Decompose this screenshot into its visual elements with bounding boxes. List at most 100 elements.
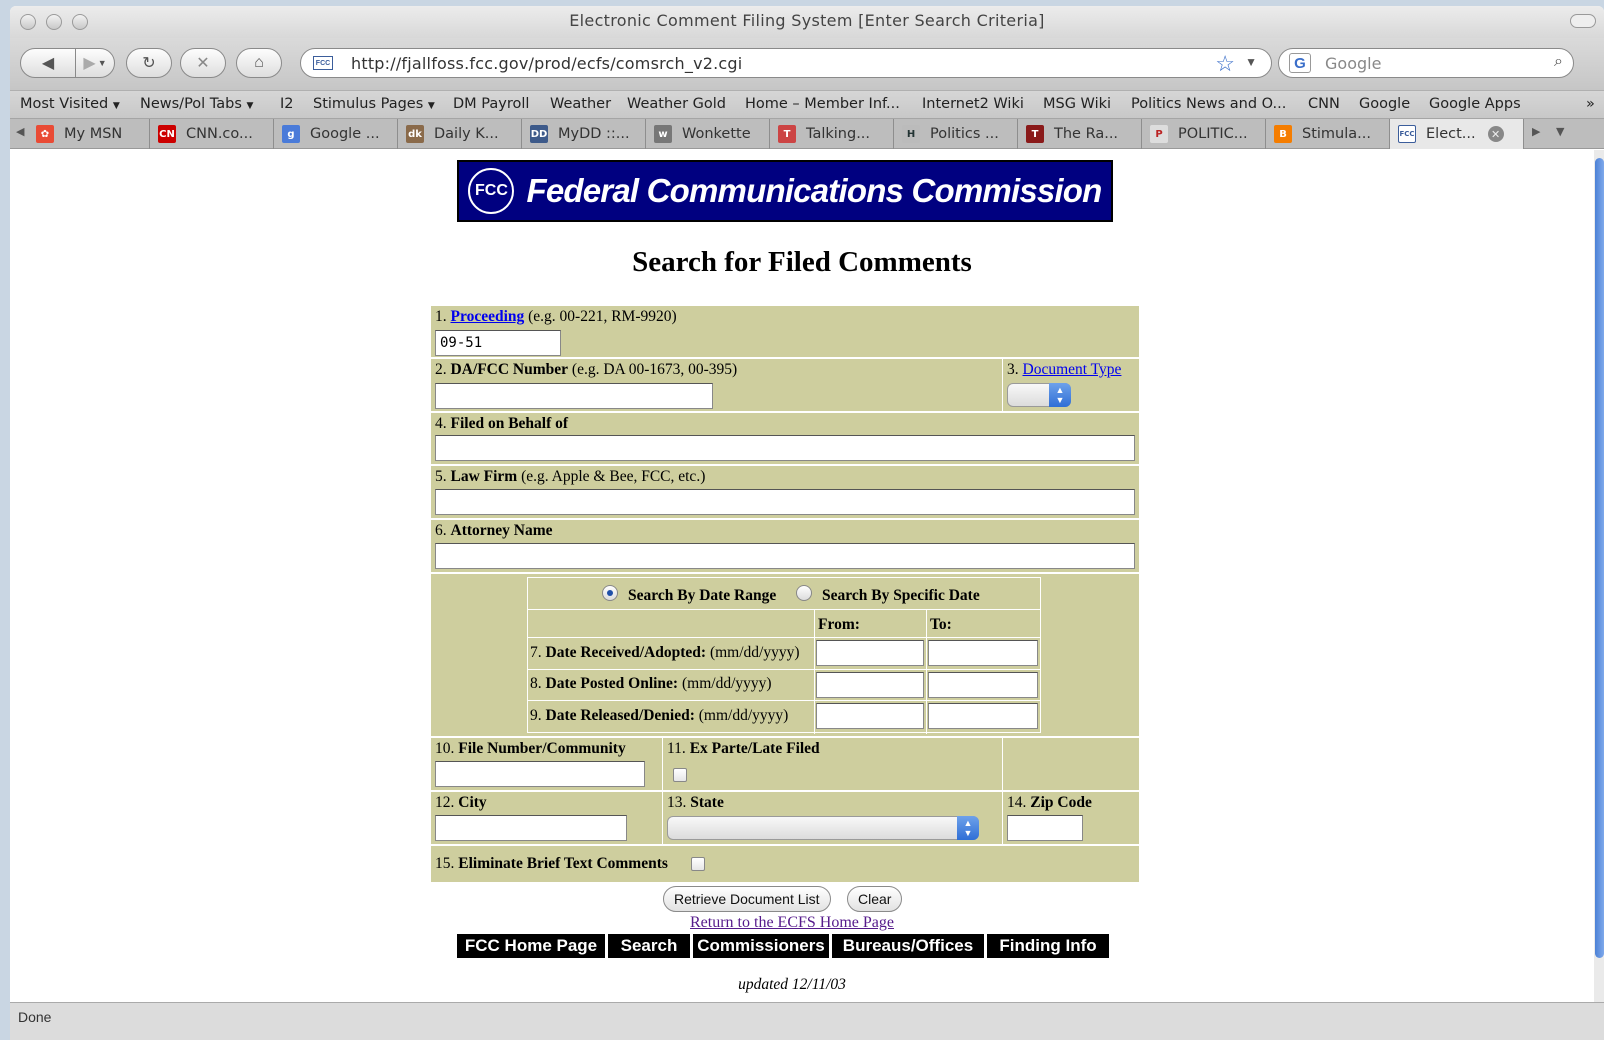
bookmark-item[interactable]: DM Payroll xyxy=(453,96,529,112)
home-button[interactable]: ⌂ xyxy=(236,48,282,78)
bookmark-item[interactable]: Most Visited ▼ xyxy=(20,96,120,112)
tab[interactable]: g Google ... xyxy=(274,119,398,149)
bookmarks-overflow-button[interactable]: » xyxy=(1586,96,1595,112)
filed-on-behalf-input[interactable] xyxy=(435,435,1135,461)
tab[interactable]: B Stimula... xyxy=(1266,119,1390,149)
state-label: State xyxy=(690,794,724,811)
tab-scroll-right-icon[interactable]: ▶ xyxy=(1532,125,1540,138)
fcc-home-page-link[interactable]: FCC Home Page xyxy=(457,934,605,958)
tab[interactable]: T The Ra... xyxy=(1018,119,1142,149)
zoom-window-button[interactable] xyxy=(72,14,88,30)
toolbar-toggle-button[interactable] xyxy=(1570,14,1596,28)
bookmarks-toolbar: Most Visited ▼ News/Pol Tabs ▼ I2 Stimul… xyxy=(10,90,1604,118)
finding-info-link[interactable]: Finding Info xyxy=(987,934,1109,958)
date-received-from-input[interactable] xyxy=(816,640,924,666)
bookmark-item[interactable]: Google Apps xyxy=(1429,96,1521,112)
bookmark-item[interactable]: News/Pol Tabs ▼ xyxy=(140,96,253,112)
tab[interactable]: w Wonkette xyxy=(646,119,770,149)
theradar-favicon-icon: T xyxy=(1026,125,1044,143)
attorney-name-label: Attorney Name xyxy=(450,522,553,539)
tab[interactable]: dk Daily K... xyxy=(398,119,522,149)
clear-button[interactable]: Clear xyxy=(847,886,903,912)
da-fcc-number-input[interactable] xyxy=(435,383,713,409)
attorney-row: 6. Attorney Name xyxy=(431,520,1139,572)
vertical-scrollbar[interactable] xyxy=(1594,150,1604,1002)
minimize-window-button[interactable] xyxy=(46,14,62,30)
file-number-input[interactable] xyxy=(435,761,645,787)
bookmark-item[interactable]: MSG Wiki xyxy=(1043,96,1111,112)
zip-code-input[interactable] xyxy=(1007,815,1083,841)
browser-window: Electronic Comment Filing System [Enter … xyxy=(10,6,1604,1040)
bookmark-item[interactable]: Google xyxy=(1359,96,1410,112)
forward-button[interactable]: ▶ ▼ xyxy=(75,48,115,78)
date-received-label: 7. Date Received/Adopted: (mm/dd/yyyy) xyxy=(530,644,800,661)
close-tab-icon[interactable]: ✕ xyxy=(1487,126,1504,142)
stop-button[interactable]: ✕ xyxy=(180,48,226,78)
date-released-to-input[interactable] xyxy=(928,703,1038,729)
eliminate-brief-checkbox[interactable] xyxy=(691,857,705,871)
close-window-button[interactable] xyxy=(20,14,36,30)
tab[interactable]: ✿ My MSN xyxy=(28,119,150,149)
proceeding-link[interactable]: Proceeding xyxy=(451,308,525,325)
dailykos-favicon-icon: dk xyxy=(406,125,424,143)
specific-date-label: Search By Specific Date xyxy=(822,587,980,604)
magnifier-icon[interactable]: ⌕ xyxy=(1554,53,1563,71)
ex-parte-checkbox[interactable] xyxy=(673,768,687,782)
tab-scroll-left-icon[interactable]: ◀ xyxy=(16,125,24,138)
search-input[interactable] xyxy=(1323,52,1523,74)
date-posted-from-input[interactable] xyxy=(816,672,924,698)
da-fcc-label: DA/FCC Number xyxy=(450,361,569,378)
attorney-name-input[interactable] xyxy=(435,543,1135,569)
google-favicon-icon: g xyxy=(282,125,300,143)
tab[interactable]: H Politics ... xyxy=(894,119,1018,149)
tab-active[interactable]: FCC Elect... ✕ xyxy=(1390,119,1524,149)
law-firm-input[interactable] xyxy=(435,489,1135,515)
proceeding-input[interactable] xyxy=(435,330,561,356)
mydd-favicon-icon: DD xyxy=(530,125,548,143)
bookmark-item[interactable]: Stimulus Pages ▼ xyxy=(313,96,435,112)
city-input[interactable] xyxy=(435,815,627,841)
bookmark-item[interactable]: Weather xyxy=(550,96,611,112)
document-type-link[interactable]: Document Type xyxy=(1023,361,1122,378)
date-received-to-input[interactable] xyxy=(928,640,1038,666)
date-range-radio[interactable] xyxy=(602,585,618,601)
retrieve-document-list-button[interactable]: Retrieve Document List xyxy=(663,886,831,912)
tab[interactable]: CN CNN.co... xyxy=(150,119,274,149)
bookmark-item[interactable]: I2 xyxy=(280,96,294,112)
reload-button[interactable]: ↻ xyxy=(126,48,172,78)
specific-date-radio[interactable] xyxy=(796,585,812,601)
commissioners-link[interactable]: Commissioners xyxy=(693,934,829,958)
date-range-label: Search By Date Range xyxy=(628,587,777,604)
tab-list-icon[interactable]: ▼ xyxy=(1556,125,1564,138)
bookmark-item[interactable]: Politics News and O... xyxy=(1131,96,1286,112)
bookmark-item[interactable]: Home – Member Inf... xyxy=(745,96,900,112)
ecfs-home-link[interactable]: Return to the ECFS Home Page xyxy=(10,914,1574,932)
bookmark-item[interactable]: Internet2 Wiki xyxy=(922,96,1024,112)
select-arrows-icon: ▲ ▼ xyxy=(1049,383,1071,407)
politics-favicon-icon: H xyxy=(902,125,920,143)
bookmark-star-icon[interactable]: ☆ xyxy=(1215,51,1235,77)
tab[interactable]: T Talking... xyxy=(770,119,894,149)
navigation-toolbar: ◀ ▶ ▼ ↻ ✕ ⌂ FCC http://fjallfoss.fcc.gov/… xyxy=(10,38,1604,90)
tab[interactable]: DD MyDD ::... xyxy=(522,119,646,149)
bookmark-item[interactable]: CNN xyxy=(1308,96,1340,112)
bureaus-offices-link[interactable]: Bureaus/Offices xyxy=(832,934,984,958)
state-select[interactable]: ▲ ▼ xyxy=(667,816,979,840)
search-bar[interactable]: G ⌕ xyxy=(1278,48,1574,78)
address-bar[interactable]: FCC http://fjallfoss.fcc.gov/prod/ecfs/c… xyxy=(300,48,1272,78)
page-title: Search for Filed Comments xyxy=(632,246,972,278)
tab[interactable]: P POLITIC... xyxy=(1142,119,1266,149)
date-posted-to-input[interactable] xyxy=(928,672,1038,698)
search-link[interactable]: Search xyxy=(608,934,690,958)
home-icon: ⌂ xyxy=(254,54,264,71)
url-dropdown-icon[interactable]: ▼ xyxy=(1245,55,1257,69)
url-text[interactable]: http://fjallfoss.fcc.gov/prod/ecfs/comsr… xyxy=(351,54,742,73)
blogger-favicon-icon: B xyxy=(1274,125,1292,143)
date-released-from-input[interactable] xyxy=(816,703,924,729)
scrollbar-thumb[interactable] xyxy=(1595,158,1604,958)
back-button[interactable]: ◀ xyxy=(20,48,76,78)
document-type-select[interactable]: ▲ ▼ xyxy=(1007,383,1071,407)
bookmark-item[interactable]: Weather Gold xyxy=(627,96,726,112)
google-engine-icon[interactable]: G xyxy=(1289,53,1311,73)
file-number-label: File Number/Community xyxy=(458,740,626,757)
